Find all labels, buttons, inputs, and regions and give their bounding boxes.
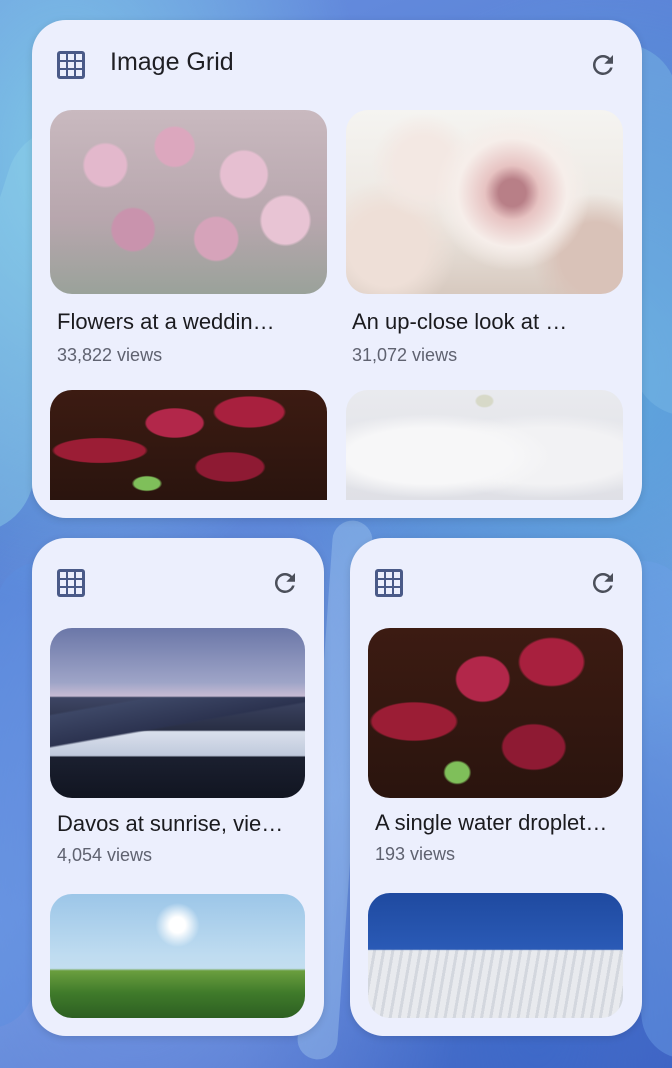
image-caption[interactable]: Flowers at a weddin… xyxy=(57,309,327,335)
image-caption[interactable]: Davos at sunrise, vie… xyxy=(57,811,307,837)
image-grid-widget-large[interactable]: Image Grid Flowers at a weddin… 33,822 v… xyxy=(32,20,642,518)
widget-title: Image Grid xyxy=(110,48,234,76)
grid-icon xyxy=(56,50,86,80)
image-caption[interactable]: An up-close look at … xyxy=(352,309,622,335)
image-thumbnail[interactable] xyxy=(346,110,623,294)
image-thumbnail[interactable] xyxy=(346,390,623,500)
grid-icon xyxy=(374,568,404,598)
image-thumbnail[interactable] xyxy=(50,894,305,1018)
image-grid-widget-small-left[interactable]: Davos at sunrise, vie… 4,054 views xyxy=(32,538,324,1036)
image-thumbnail[interactable] xyxy=(368,628,623,798)
image-grid-widget-small-right[interactable]: A single water droplet… 193 views xyxy=(350,538,642,1036)
view-count: 193 views xyxy=(375,844,456,864)
view-count: 33,822 views xyxy=(57,345,163,365)
refresh-icon[interactable] xyxy=(588,568,618,598)
image-thumbnail[interactable] xyxy=(50,628,305,798)
refresh-icon[interactable] xyxy=(270,568,300,598)
image-caption[interactable]: A single water droplet… xyxy=(375,810,625,836)
image-thumbnail[interactable] xyxy=(50,110,327,294)
view-count: 4,054 views xyxy=(57,845,153,865)
view-count: 31,072 views xyxy=(352,345,458,365)
image-thumbnail[interactable] xyxy=(50,390,327,500)
refresh-icon[interactable] xyxy=(588,50,618,80)
image-thumbnail[interactable] xyxy=(368,893,623,1018)
grid-icon xyxy=(56,568,86,598)
